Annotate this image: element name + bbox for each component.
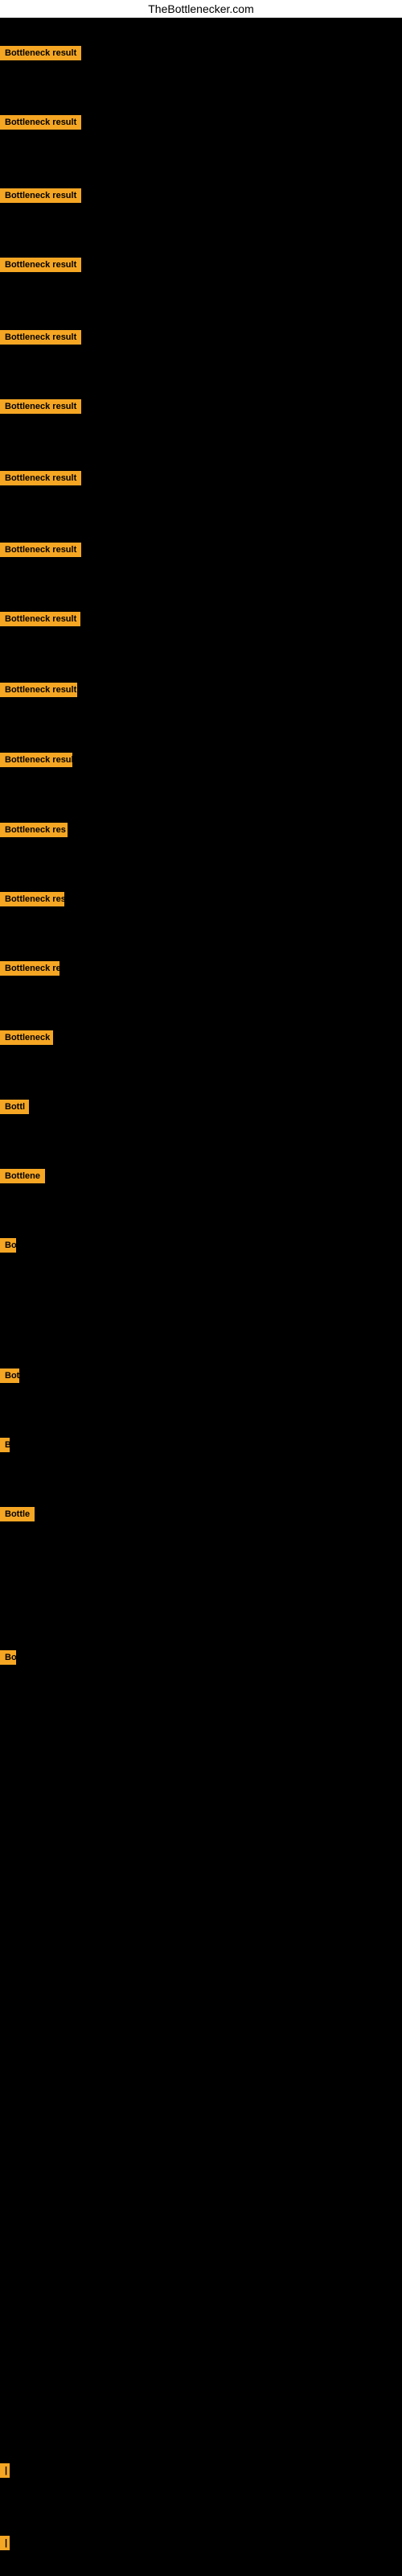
bottleneck-badge: | bbox=[0, 2463, 10, 2482]
bottleneck-badge: Bottleneck result bbox=[0, 46, 81, 64]
badge-label: Bottleneck result bbox=[0, 258, 81, 272]
badge-label: | bbox=[0, 2463, 10, 2478]
badge-label: Bottle bbox=[0, 1507, 35, 1521]
bottleneck-badge: Bottleneck result bbox=[0, 258, 81, 276]
bottleneck-badge: Bottleneck result bbox=[0, 399, 81, 418]
badge-label: Bottleneck re bbox=[0, 961, 59, 976]
bottleneck-badge: Bottleneck result bbox=[0, 683, 77, 701]
bottleneck-badge: Bottleneck result bbox=[0, 543, 81, 561]
bottleneck-badge: Bottle bbox=[0, 1507, 35, 1525]
badge-label: Bottleneck result bbox=[0, 115, 81, 130]
bottleneck-badge: Bot bbox=[0, 1368, 19, 1387]
badge-label: Bottleneck result bbox=[0, 683, 77, 697]
badge-label: Bottleneck res bbox=[0, 823, 68, 837]
bottleneck-badge: Bottl bbox=[0, 1100, 29, 1118]
bottleneck-badge: Bottleneck result bbox=[0, 612, 80, 630]
bottleneck-badge: Bo bbox=[0, 1650, 16, 1669]
bottleneck-badge: Bottleneck result bbox=[0, 330, 81, 349]
bottleneck-badge: B bbox=[0, 1438, 10, 1456]
bottleneck-badge: Bottleneck res bbox=[0, 823, 68, 841]
bottleneck-badge: Bottlene bbox=[0, 1169, 45, 1187]
badge-label: Bo bbox=[0, 1650, 16, 1665]
badge-label: B bbox=[0, 1438, 10, 1452]
bottleneck-badge: | bbox=[0, 2536, 10, 2554]
badge-label: Bottl bbox=[0, 1100, 29, 1114]
badge-label: Bottleneck result bbox=[0, 612, 80, 626]
badge-label: Bottleneck bbox=[0, 1030, 53, 1045]
badge-label: Bottleneck result bbox=[0, 46, 81, 60]
bottleneck-badge: Bottleneck result bbox=[0, 115, 81, 134]
bottleneck-badge: Bottleneck result bbox=[0, 753, 72, 771]
badge-label: Bottlene bbox=[0, 1169, 45, 1183]
badge-label: Bottleneck result bbox=[0, 330, 81, 345]
badge-label: Bottleneck result bbox=[0, 188, 81, 203]
bottleneck-badge: Bottleneck re bbox=[0, 961, 59, 980]
badge-label: | bbox=[0, 2536, 10, 2550]
badge-label: Bo bbox=[0, 1238, 16, 1253]
site-title: TheBottlenecker.com bbox=[0, 0, 402, 18]
badge-label: Bottleneck res bbox=[0, 892, 64, 906]
badge-label: Bottleneck result bbox=[0, 753, 72, 767]
badge-label: Bottleneck result bbox=[0, 471, 81, 485]
bottleneck-badge: Bottleneck res bbox=[0, 892, 64, 910]
bottleneck-badge: Bottleneck bbox=[0, 1030, 53, 1049]
bottleneck-badge: Bottleneck result bbox=[0, 471, 81, 489]
bottleneck-badge: Bo bbox=[0, 1238, 16, 1257]
badge-label: Bot bbox=[0, 1368, 19, 1383]
badge-label: Bottleneck result bbox=[0, 543, 81, 557]
bottleneck-badge: Bottleneck result bbox=[0, 188, 81, 207]
badge-label: Bottleneck result bbox=[0, 399, 81, 414]
